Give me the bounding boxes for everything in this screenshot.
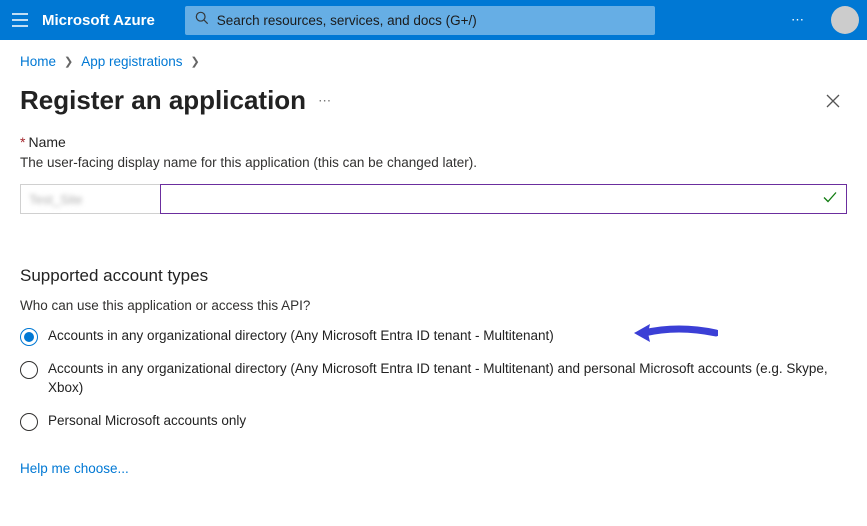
brand-label: Microsoft Azure [42,12,155,29]
help-me-choose-link[interactable]: Help me choose... [20,461,129,476]
breadcrumb: Home ❯ App registrations ❯ [0,40,867,75]
topbar-more-icon[interactable]: ⋯ [781,12,815,28]
name-description: The user-facing display name for this ap… [20,153,847,184]
radio-label: Accounts in any organizational directory… [48,360,847,398]
search-input[interactable] [217,13,645,28]
global-search[interactable] [185,6,655,35]
radio-label: Personal Microsoft accounts only [48,412,246,431]
page-title-row: Register an application ⋯ [0,75,867,122]
radio-personal-only[interactable]: Personal Microsoft accounts only [20,412,847,431]
name-input[interactable] [165,185,822,213]
breadcrumb-appreg[interactable]: App registrations [81,54,182,69]
radio-icon [20,328,38,346]
page-more-icon[interactable]: ⋯ [306,93,344,109]
chevron-right-icon: ❯ [191,55,200,68]
chevron-right-icon: ❯ [64,55,73,68]
account-types-title: Supported account types [20,254,847,298]
radio-icon [20,413,38,431]
avatar[interactable] [831,6,859,34]
name-input-wrapper: Test_Site [20,184,847,214]
breadcrumb-home[interactable]: Home [20,54,56,69]
name-label: *Name [20,130,847,153]
register-form: *Name The user-facing display name for t… [0,122,867,486]
radio-multitenant-personal[interactable]: Accounts in any organizational directory… [20,360,847,398]
radio-multitenant[interactable]: Accounts in any organizational directory… [20,327,847,346]
name-input-prefix: Test_Site [20,184,160,214]
hamburger-icon[interactable] [10,10,30,30]
check-icon [822,189,838,210]
radio-label: Accounts in any organizational directory… [48,327,554,346]
close-icon[interactable] [819,87,847,115]
account-types-radio-group: Accounts in any organizational directory… [20,327,847,431]
search-icon [195,11,209,30]
account-types-subtitle: Who can use this application or access t… [20,298,847,327]
page-title: Register an application [20,85,306,116]
topbar: Microsoft Azure ⋯ [0,0,867,40]
radio-icon [20,361,38,379]
